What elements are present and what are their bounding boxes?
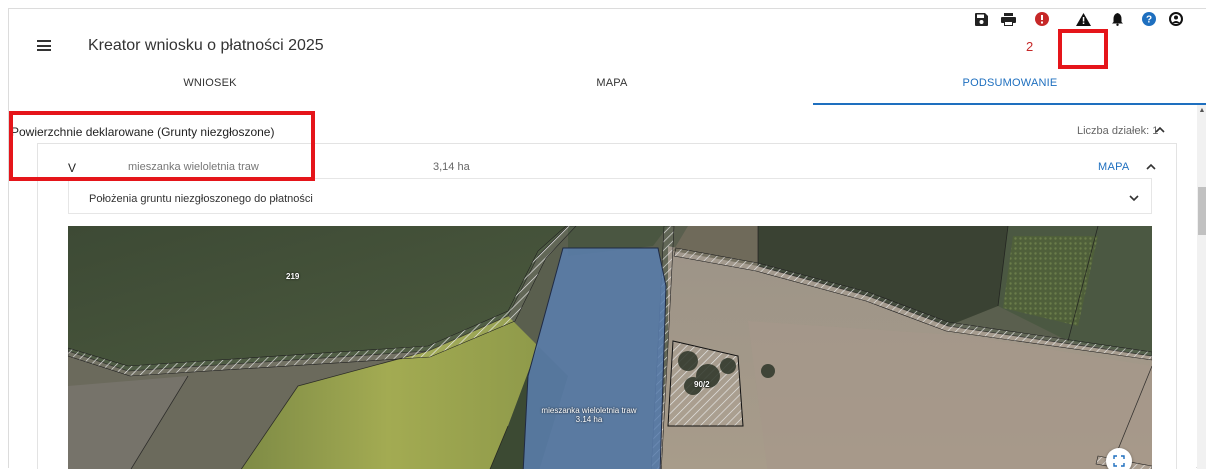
warning-highlight-box — [1058, 29, 1108, 69]
app-title: Kreator wniosku o płatności 2025 — [88, 37, 324, 54]
warning-icon[interactable] — [1075, 9, 1091, 29]
map-label-parcel-90-2: 90/2 — [694, 380, 710, 389]
map-link[interactable]: MAPA — [1098, 161, 1130, 173]
tab-wniosek[interactable]: WNIOSEK — [9, 75, 411, 105]
save-icon[interactable] — [974, 9, 988, 29]
map-label-crop-name: mieszanka wieloletnia traw — [541, 406, 637, 415]
help-icon[interactable]: ? — [1142, 9, 1156, 29]
vertical-scrollbar[interactable]: ▲ — [1197, 105, 1206, 469]
chevron-up-icon[interactable] — [1146, 161, 1156, 173]
section-highlight-box — [9, 111, 315, 181]
bell-icon[interactable] — [1111, 9, 1123, 29]
location-panel[interactable]: Położenia gruntu niezgłoszonego do płatn… — [68, 178, 1152, 214]
svg-text:?: ? — [1146, 15, 1152, 26]
location-panel-title: Położenia gruntu niezgłoszonego do płatn… — [89, 193, 313, 205]
error-count: 2 — [1026, 39, 1034, 54]
scroll-up-icon[interactable]: ▲ — [1198, 107, 1206, 115]
parcel-area: 3,14 ha — [433, 161, 470, 173]
menu-icon[interactable] — [37, 40, 51, 51]
fullscreen-button[interactable] — [1106, 448, 1132, 469]
tab-podsumowanie[interactable]: PODSUMOWANIE — [813, 75, 1206, 105]
parcel-panel: V mieszanka wieloletnia traw 3,14 ha MAP… — [37, 143, 1177, 469]
tab-mapa[interactable]: MAPA — [411, 75, 813, 105]
map-label-crop-area: 3.14 ha — [575, 415, 603, 424]
tab-bar: WNIOSEK MAPA PODSUMOWANIE — [9, 75, 1206, 105]
scroll-thumb[interactable] — [1198, 187, 1206, 235]
chevron-up-icon[interactable] — [1155, 124, 1165, 136]
app-window: Kreator wniosku o płatności 2025 2 ? WNI… — [8, 8, 1206, 469]
account-icon[interactable] — [1169, 9, 1183, 29]
fullscreen-icon — [1113, 455, 1125, 467]
parcel-map[interactable]: 219 90/2 mieszanka wieloletnia traw 3.14… — [68, 226, 1152, 469]
parcel-count: Liczba działek: 1 — [1077, 125, 1159, 137]
top-toolbar: Kreator wniosku o płatności 2025 2 ? — [9, 9, 1206, 69]
error-icon[interactable] — [1035, 9, 1049, 29]
map-imagery — [68, 226, 1152, 469]
summary-content: Powierzchnie deklarowane (Grunty niezgło… — [9, 105, 1196, 469]
map-label-parcel-219: 219 — [286, 272, 300, 281]
print-icon[interactable] — [1000, 9, 1016, 29]
chevron-down-icon[interactable] — [1129, 193, 1139, 205]
map-label-crop: mieszanka wieloletnia traw 3.14 ha — [534, 406, 644, 424]
